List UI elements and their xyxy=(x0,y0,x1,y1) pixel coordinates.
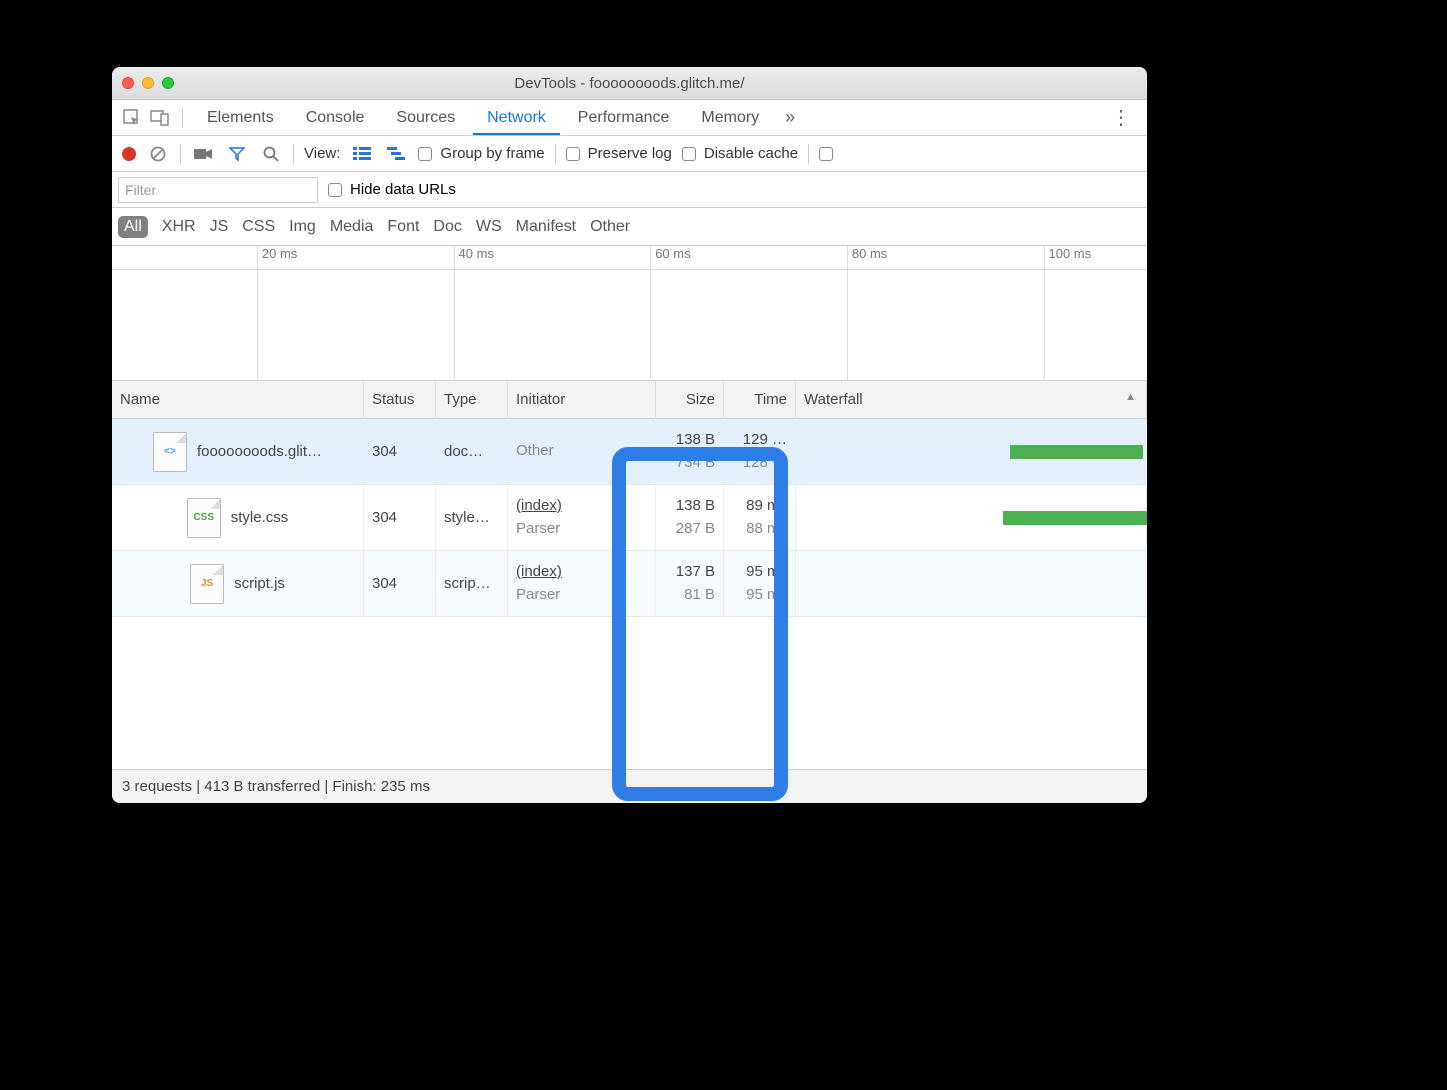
type-filter-media[interactable]: Media xyxy=(330,218,374,236)
col-initiator[interactable]: Initiator xyxy=(508,381,656,419)
clear-icon[interactable] xyxy=(146,142,170,166)
table-row[interactable]: JS script.js 304scrip…(index)Parser137 B81… xyxy=(112,551,1147,617)
request-name: script.js xyxy=(234,575,285,592)
view-label: View: xyxy=(304,145,340,162)
col-status[interactable]: Status xyxy=(364,381,436,419)
preserve-log-checkbox[interactable]: Preserve log xyxy=(566,145,672,162)
table-row[interactable]: CSS style.css 304style…(index)Parser138 B2… xyxy=(112,485,1147,551)
doc-file-icon: <> xyxy=(153,432,187,472)
filter-icon[interactable] xyxy=(225,142,249,166)
tab-console[interactable]: Console xyxy=(292,101,379,135)
settings-kebab-icon[interactable]: ⋮ xyxy=(1103,105,1139,130)
js-file-icon: JS xyxy=(190,564,224,604)
type-filter-css[interactable]: CSS xyxy=(242,218,275,236)
main-tabs: Elements Console Sources Network Perform… xyxy=(112,100,1147,136)
timeline-tick: 100 ms xyxy=(1044,246,1092,381)
waterfall-cell xyxy=(796,551,1147,617)
type-filter-ws[interactable]: WS xyxy=(476,218,502,236)
hide-data-urls-checkbox[interactable]: Hide data URLs xyxy=(328,181,456,198)
col-size[interactable]: Size xyxy=(656,381,724,419)
col-time[interactable]: Time xyxy=(724,381,796,419)
type-filter-other[interactable]: Other xyxy=(590,218,630,236)
time-cell: 129 …128 … xyxy=(724,419,796,485)
time-cell: 89 ms88 ms xyxy=(724,485,796,551)
offline-checkbox-partial[interactable] xyxy=(819,147,833,161)
tab-memory[interactable]: Memory xyxy=(687,101,773,135)
type-filter-font[interactable]: Font xyxy=(387,218,419,236)
tab-network[interactable]: Network xyxy=(473,101,560,135)
group-by-frame-checkbox[interactable]: Group by frame xyxy=(418,145,544,162)
type-cell: scrip… xyxy=(436,551,508,617)
size-cell: 138 B287 B xyxy=(656,485,724,551)
window-title: DevTools - foooooooods.glitch.me/ xyxy=(112,75,1147,92)
devtools-window: DevTools - foooooooods.glitch.me/ Elemen… xyxy=(112,67,1147,803)
waterfall-cell xyxy=(796,419,1147,485)
time-cell: 95 ms95 ms xyxy=(724,551,796,617)
tab-performance[interactable]: Performance xyxy=(564,101,684,135)
status-bar: 3 requests | 413 B transferred | Finish:… xyxy=(112,769,1147,803)
tabs-overflow-icon[interactable]: » xyxy=(785,107,795,128)
size-cell: 138 B734 B xyxy=(656,419,724,485)
waterfall-view-icon[interactable] xyxy=(384,142,408,166)
request-name: foooooooods.glit… xyxy=(197,443,322,460)
filter-input[interactable]: Filter xyxy=(118,177,318,203)
initiator-cell[interactable]: Other xyxy=(508,419,656,485)
waterfall-cell xyxy=(796,485,1147,551)
list-view-icon[interactable] xyxy=(350,142,374,166)
camera-icon[interactable] xyxy=(191,142,215,166)
tab-sources[interactable]: Sources xyxy=(382,101,469,135)
status-cell: 304 xyxy=(364,485,436,551)
record-button[interactable] xyxy=(122,147,136,161)
device-toggle-icon[interactable] xyxy=(148,106,172,130)
search-icon[interactable] xyxy=(259,142,283,166)
network-grid: Name Status Type Initiator Size Time Wat… xyxy=(112,381,1147,803)
col-waterfall[interactable]: Waterfall xyxy=(796,381,1147,419)
table-row[interactable]: <> foooooooods.glit… 304doc…Other138 B734 … xyxy=(112,419,1147,485)
type-filter-manifest[interactable]: Manifest xyxy=(516,218,576,236)
titlebar: DevTools - foooooooods.glitch.me/ xyxy=(112,67,1147,100)
initiator-cell[interactable]: (index)Parser xyxy=(508,551,656,617)
css-file-icon: CSS xyxy=(187,498,221,538)
status-cell: 304 xyxy=(364,419,436,485)
col-type[interactable]: Type xyxy=(436,381,508,419)
col-name[interactable]: Name xyxy=(112,381,364,419)
timeline-tick: 20 ms xyxy=(257,246,297,381)
type-cell: style… xyxy=(436,485,508,551)
type-cell: doc… xyxy=(436,419,508,485)
timeline-tick: 60 ms xyxy=(650,246,690,381)
disable-cache-checkbox[interactable]: Disable cache xyxy=(682,145,798,162)
timeline-tick: 80 ms xyxy=(847,246,887,381)
network-toolbar: View: Group by frame Preserve log Disabl… xyxy=(112,136,1147,172)
request-name: style.css xyxy=(231,509,289,526)
type-filter-img[interactable]: Img xyxy=(289,218,316,236)
type-filter-xhr[interactable]: XHR xyxy=(162,218,196,236)
timeline-tick: 40 ms xyxy=(454,246,494,381)
status-cell: 304 xyxy=(364,551,436,617)
type-filter-all[interactable]: All xyxy=(118,216,148,238)
size-cell: 137 B81 B xyxy=(656,551,724,617)
type-filter-doc[interactable]: Doc xyxy=(433,218,461,236)
initiator-cell[interactable]: (index)Parser xyxy=(508,485,656,551)
filter-bar: Filter Hide data URLs xyxy=(112,172,1147,208)
tab-elements[interactable]: Elements xyxy=(193,101,288,135)
timeline-overview[interactable]: 20 ms 40 ms 60 ms 80 ms 100 ms xyxy=(112,246,1147,381)
type-filter-js[interactable]: JS xyxy=(210,218,229,236)
inspect-icon[interactable] xyxy=(120,106,144,130)
type-filters: All XHR JS CSS Img Media Font Doc WS Manifest Othe… xyxy=(112,208,1147,246)
